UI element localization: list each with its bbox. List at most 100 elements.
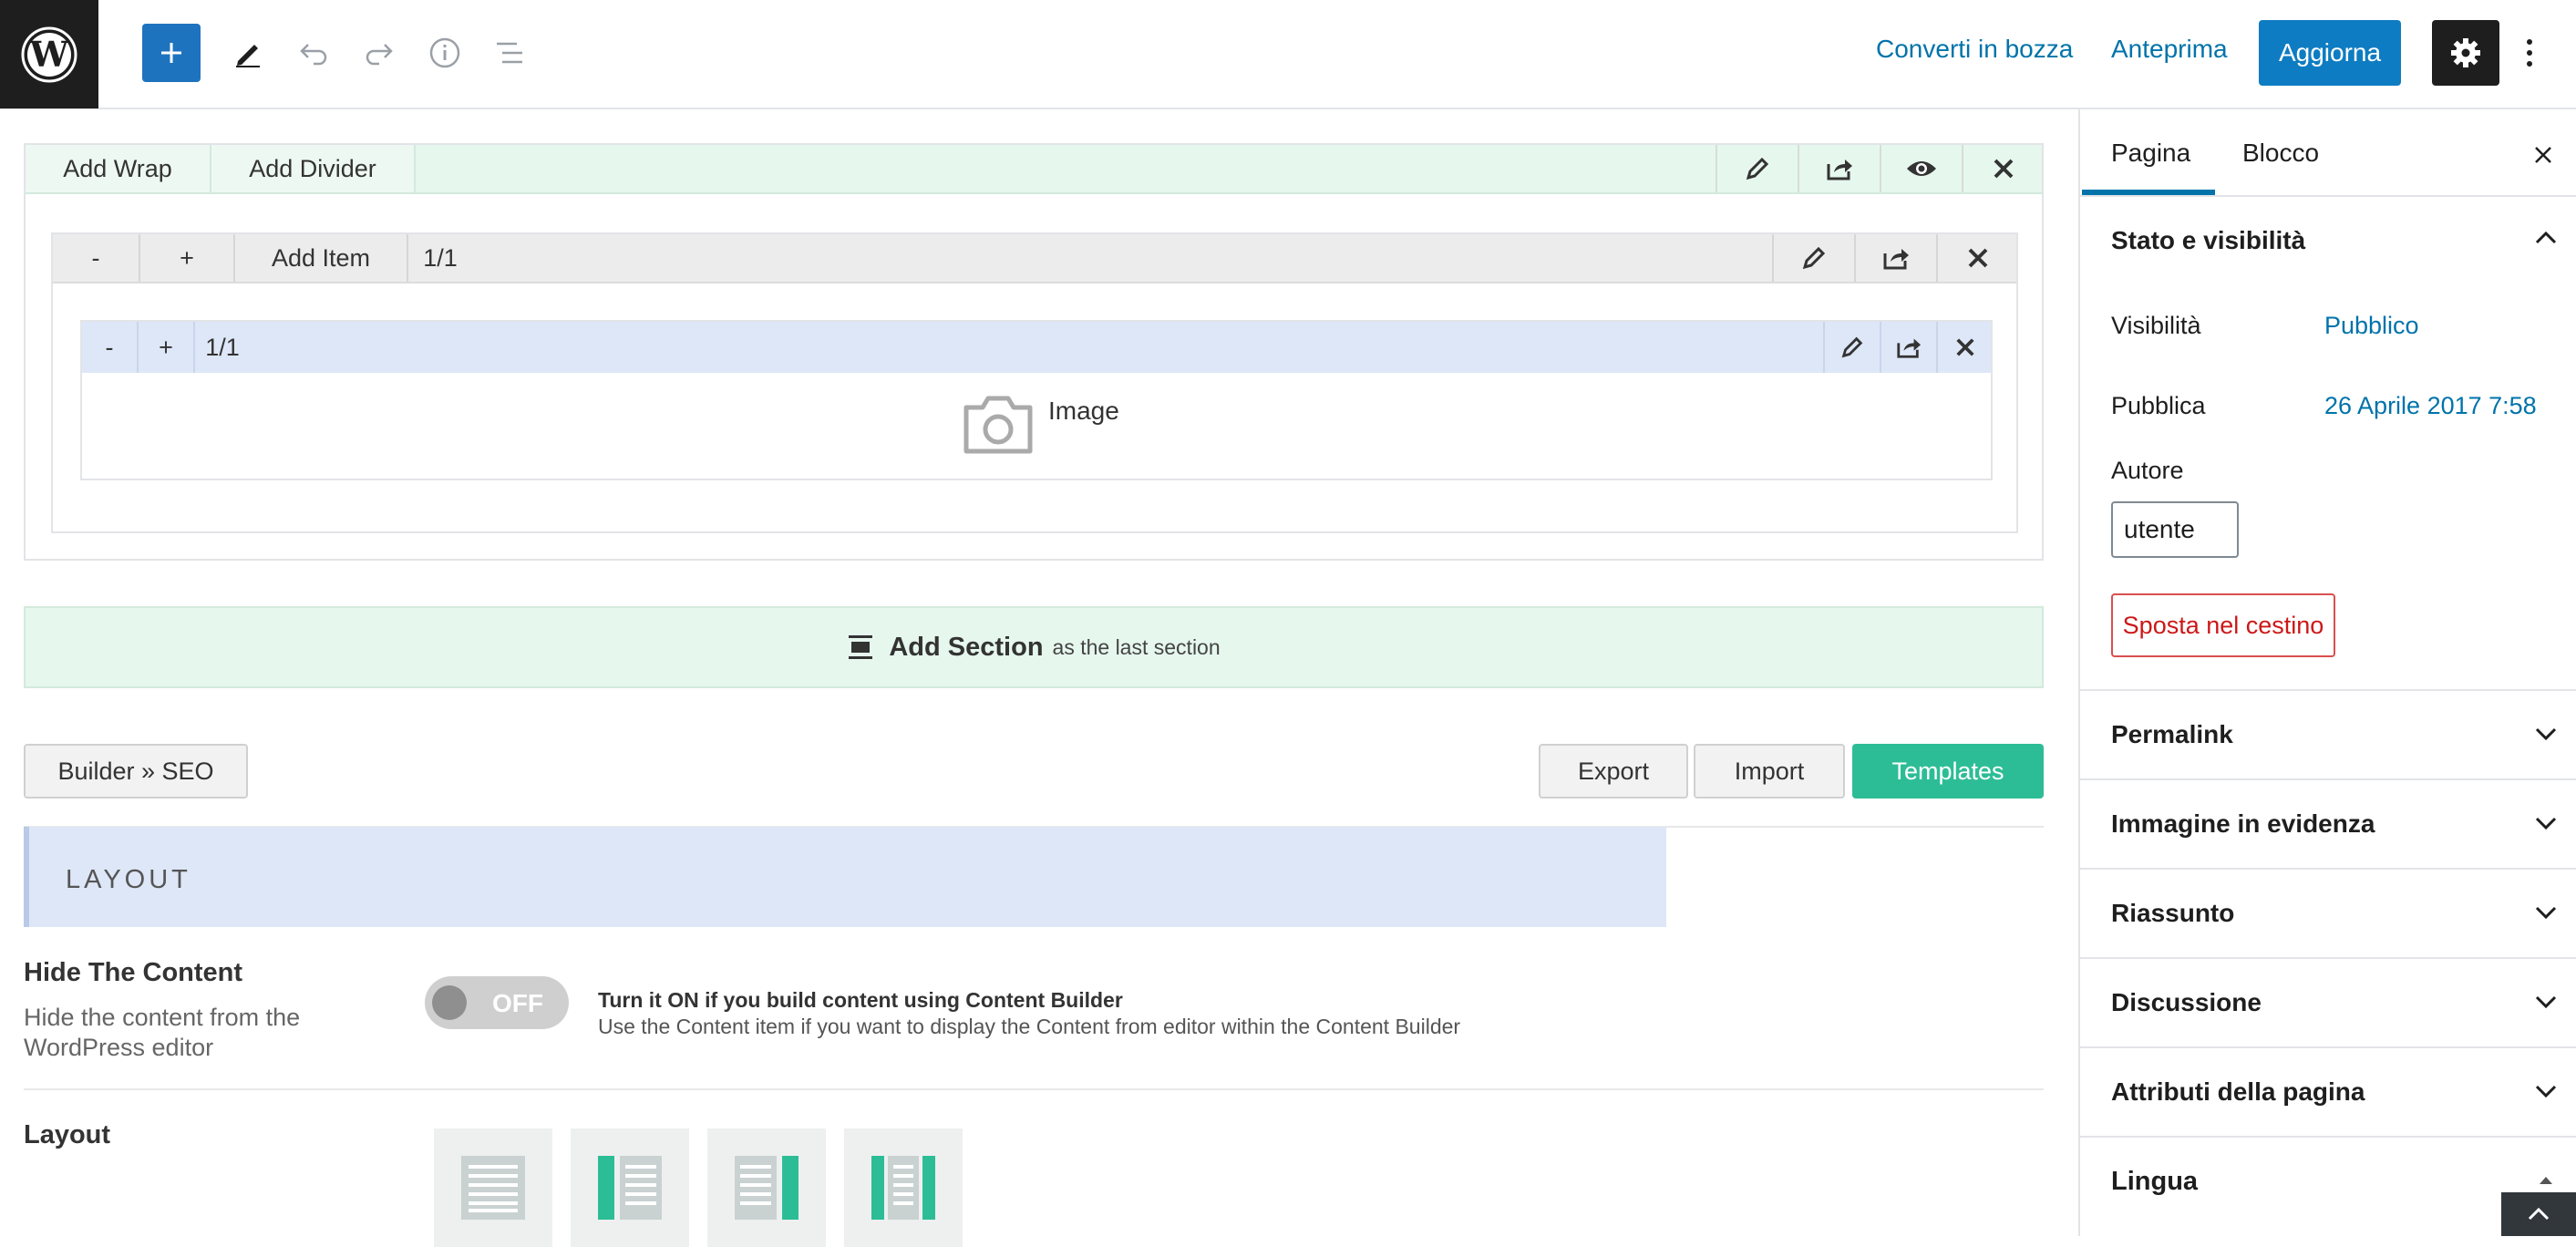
layout-right-sidebar-option[interactable] (707, 1128, 826, 1247)
panel-divider (2080, 868, 2576, 870)
builder-seo-button[interactable]: Builder » SEO (24, 744, 248, 799)
item-increase-button[interactable]: + (140, 234, 235, 282)
tab-block[interactable]: Blocco (2242, 139, 2319, 168)
language-panel-toggle[interactable]: Lingua (2111, 1167, 2198, 1197)
more-menu-button[interactable] (2516, 27, 2543, 78)
wrap-export-button[interactable] (1798, 145, 1880, 192)
wrap-toolbar: Add Wrap Add Divider (26, 145, 2042, 194)
settings-sidebar: Pagina Blocco Stato e visibilità Visibil… (2078, 109, 2576, 1236)
wrap-edit-button[interactable] (1716, 145, 1798, 192)
panel-divider (2080, 1136, 2576, 1138)
panel-divider (2080, 778, 2576, 780)
discussion-panel-toggle[interactable]: Discussione (2111, 988, 2262, 1017)
column-edit-button[interactable] (1823, 322, 1880, 373)
layout-left-sidebar-option[interactable] (571, 1128, 689, 1247)
status-visibility-chevron[interactable] (2532, 224, 2560, 252)
chevron-down-icon (2535, 906, 2557, 919)
layout-section-heading: LAYOUT (24, 827, 1666, 927)
excerpt-panel-toggle[interactable]: Riassunto (2111, 899, 2234, 928)
export-button[interactable]: Export (1539, 744, 1688, 799)
eye-icon (1907, 161, 1936, 176)
toggle-state: OFF (492, 989, 543, 1017)
layout-both-sidebars-icon (871, 1156, 935, 1220)
column-decrease-button[interactable]: - (82, 322, 139, 373)
undo-button[interactable] (284, 24, 343, 82)
import-button[interactable]: Import (1694, 744, 1845, 799)
hide-content-toggle[interactable]: OFF (425, 976, 569, 1029)
section-icon (849, 635, 873, 659)
layout-full-width-icon (461, 1156, 525, 1220)
language-chevron[interactable] (2532, 1167, 2560, 1194)
toggle-knob (432, 985, 467, 1020)
close-sidebar-button[interactable] (2527, 139, 2560, 171)
layout-option-title: Layout (24, 1120, 111, 1149)
close-icon (1994, 159, 2014, 179)
status-visibility-panel-toggle[interactable]: Stato e visibilità (2111, 226, 2305, 255)
templates-button[interactable]: Templates (1852, 744, 2044, 799)
redo-button[interactable] (350, 24, 408, 82)
preview-link[interactable]: Anteprima (2111, 35, 2228, 64)
tab-page[interactable]: Pagina (2111, 139, 2190, 168)
pencil-icon (236, 45, 260, 67)
move-to-trash-button[interactable]: Sposta nel cestino (2111, 593, 2335, 657)
item-export-button[interactable] (1854, 234, 1936, 282)
sidebar-tabs: Pagina Blocco (2080, 109, 2576, 197)
edit-icon (1746, 157, 1769, 180)
plus-icon (161, 43, 181, 63)
page-attributes-chevron[interactable] (2532, 1077, 2560, 1105)
chevron-down-icon (2535, 727, 2557, 740)
publish-date-link[interactable]: 26 Aprile 2017 7:58 (2324, 392, 2537, 420)
share-icon (1883, 249, 1909, 270)
close-icon (2535, 147, 2551, 163)
layout-full-width-option[interactable] (434, 1128, 552, 1247)
featured-image-chevron[interactable] (2532, 809, 2560, 837)
wordpress-logo[interactable]: W (0, 0, 98, 108)
excerpt-chevron[interactable] (2532, 899, 2560, 926)
chevron-up-icon (2535, 232, 2557, 244)
wrap-visibility-button[interactable] (1880, 145, 1962, 192)
close-icon (1956, 338, 1974, 356)
page-attributes-panel-toggle[interactable]: Attributi della pagina (2111, 1077, 2365, 1107)
add-divider-button[interactable]: Add Divider (211, 145, 416, 192)
block-navigation-button[interactable] (481, 24, 540, 82)
camera-icon (963, 396, 1033, 454)
permalink-chevron[interactable] (2532, 720, 2560, 747)
builder-wrap: Add Wrap Add Divider - + Add Item 1/1 - … (24, 143, 2044, 561)
switch-to-draft-link[interactable]: Converti in bozza (1876, 35, 2073, 64)
close-icon (1968, 248, 1988, 268)
editor-header: W Converti in bozza Anteprima Aggiorna (0, 0, 2576, 109)
hide-content-hint-bold: Turn it ON if you build content using Co… (598, 988, 1123, 1012)
more-vertical-icon (2527, 39, 2532, 67)
wrap-delete-button[interactable] (1962, 145, 2044, 192)
featured-image-panel-toggle[interactable]: Immagine in evidenza (2111, 809, 2375, 839)
discussion-chevron[interactable] (2532, 988, 2560, 1015)
add-wrap-button[interactable]: Add Wrap (26, 145, 211, 192)
scroll-to-top-button[interactable] (2501, 1192, 2576, 1236)
item-decrease-button[interactable]: - (53, 234, 140, 282)
tools-button[interactable] (219, 24, 277, 82)
item-edit-button[interactable] (1772, 234, 1854, 282)
content-info-button[interactable] (416, 24, 474, 82)
layout-both-sidebars-option[interactable] (844, 1128, 963, 1247)
column-increase-button[interactable]: + (139, 322, 195, 373)
column-export-button[interactable] (1880, 322, 1936, 373)
panel-divider (2080, 689, 2576, 691)
author-label: Autore (2111, 457, 2184, 484)
settings-button[interactable] (2432, 20, 2499, 86)
add-section-button[interactable]: Add Section as the last section (24, 606, 2044, 688)
layout-heading-text: LAYOUT (66, 865, 191, 894)
item-delete-button[interactable] (1936, 234, 2018, 282)
add-item-button[interactable]: Add Item (235, 234, 408, 282)
visibility-value-link[interactable]: Pubblico (2324, 312, 2419, 340)
edit-icon (1841, 336, 1863, 358)
panel-divider (2080, 1046, 2576, 1048)
author-select[interactable]: utente (2111, 501, 2239, 558)
permalink-panel-toggle[interactable]: Permalink (2111, 720, 2233, 749)
active-tab-indicator (2082, 190, 2215, 195)
column-toolbar: - + 1/1 (82, 322, 1991, 373)
update-button[interactable]: Aggiorna (2259, 20, 2401, 86)
image-element[interactable]: Image (961, 391, 1119, 457)
column-delete-button[interactable] (1936, 322, 1993, 373)
add-block-button[interactable] (142, 24, 201, 82)
item-size-label: 1/1 (423, 243, 458, 272)
